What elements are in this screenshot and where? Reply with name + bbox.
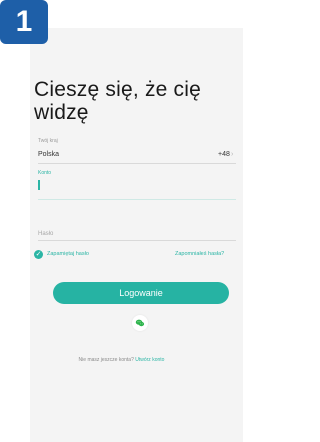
page-title: Cieszę się, że cię widzę <box>34 78 201 124</box>
account-input[interactable] <box>38 178 236 194</box>
forgot-password-link[interactable]: Zapomniałeś hasła? <box>175 251 224 257</box>
chevron-right-icon: › <box>231 151 234 158</box>
step-number-badge: 1 <box>0 0 48 44</box>
region-country: Polska <box>38 151 60 158</box>
checkmark-icon: ✓ <box>35 251 42 258</box>
password-input[interactable]: Hasło <box>38 222 236 237</box>
divider <box>38 199 236 200</box>
wechat-login-button[interactable] <box>132 315 148 331</box>
signup-prompt: Nie masz jeszcze konta? Utwórz konto <box>0 357 243 363</box>
divider <box>38 240 236 241</box>
text-cursor <box>38 180 40 190</box>
create-account-link[interactable]: Utwórz konto <box>135 357 164 363</box>
login-button[interactable]: Logowanie <box>53 282 229 304</box>
wechat-icon <box>135 319 145 327</box>
region-label: Twój kraj <box>38 138 58 144</box>
password-placeholder: Hasło <box>38 231 54 237</box>
region-code: +48 <box>218 151 230 158</box>
divider <box>38 163 236 164</box>
account-label: Konto <box>38 170 52 176</box>
signup-question: Nie masz jeszcze konta? <box>78 357 134 363</box>
remember-checkbox[interactable]: ✓ <box>34 250 43 259</box>
remember-password-label[interactable]: Zapamiętaj hasło <box>47 251 89 257</box>
